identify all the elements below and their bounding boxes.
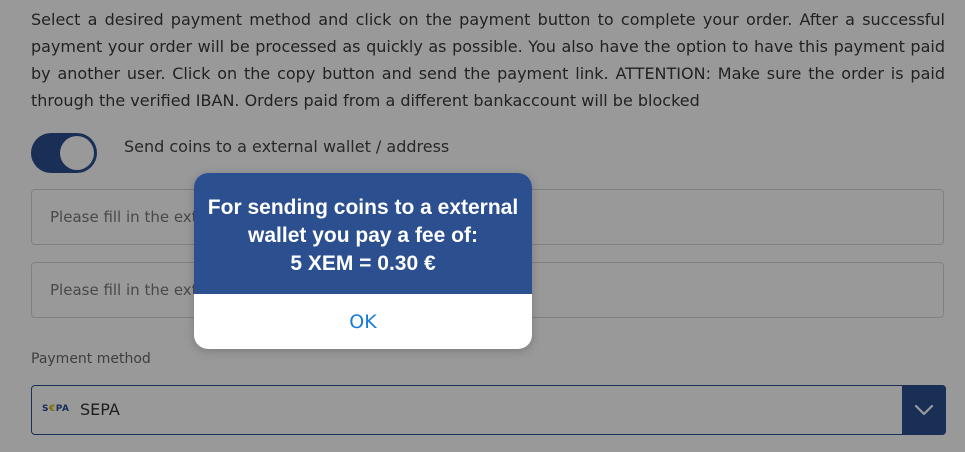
fee-alert-line-3: 5 XEM = 0.30 € [290, 251, 436, 275]
fee-alert-line-1: For sending coins to a external [207, 195, 519, 219]
ok-button[interactable]: OK [194, 294, 532, 349]
fee-alert-line-2: wallet you pay a fee of: [248, 223, 478, 247]
fee-alert-dialog: For sending coins to a external wallet y… [194, 173, 532, 349]
fee-alert-message: For sending coins to a external wallet y… [194, 173, 532, 294]
